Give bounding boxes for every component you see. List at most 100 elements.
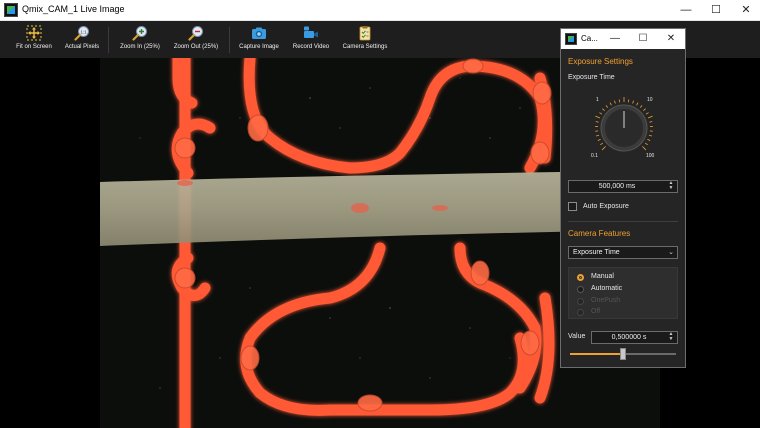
knob-label-min: 1 — [596, 97, 599, 103]
knob-tick — [597, 138, 601, 141]
knob-tick — [614, 100, 616, 104]
knob-tick — [639, 105, 643, 108]
close-icon: ✕ — [666, 33, 676, 44]
radio-off-label: Off — [591, 308, 601, 315]
exposure-time-label: Exposure Time — [568, 74, 615, 81]
app-icon — [565, 33, 577, 45]
zoom-out-label: Zoom Out (25%) — [173, 44, 219, 50]
knob-tick — [627, 99, 630, 103]
radio-onepush-label: OnePush — [591, 297, 621, 304]
radio-automatic[interactable] — [577, 286, 584, 293]
knob-tick — [647, 138, 651, 141]
exposure-value: 500,000 ms — [598, 183, 636, 190]
knob-label-10: 10 — [647, 97, 653, 103]
feature-select-value: Exposure Time — [573, 249, 620, 256]
maximize-icon: ☐ — [638, 33, 648, 44]
dialog-maximize-button[interactable]: ☐ — [633, 29, 653, 49]
window-titlebar: Qmix_CAM_1 Live Image — ☐ ✕ — [0, 0, 760, 21]
knob-tick — [648, 134, 652, 137]
knob-tick — [601, 146, 606, 151]
radio-off — [577, 309, 584, 316]
zoom-in-button[interactable]: Zoom In (25%) — [116, 25, 164, 55]
knob-tick — [605, 105, 609, 108]
knob-tick — [636, 102, 639, 106]
exposure-knob[interactable] — [591, 95, 657, 161]
maximize-icon: ☐ — [711, 4, 721, 16]
auto-exposure-label: Auto Exposure — [583, 203, 629, 210]
value-slider-fill — [570, 353, 623, 355]
dialog-title: Ca... — [581, 34, 598, 43]
magnifier-actual-pixels-icon: 1:1 — [74, 26, 89, 41]
capture-image-label: Capture Image — [239, 44, 279, 50]
value-slider[interactable] — [570, 348, 676, 360]
actual-pixels-label: Actual Pixels — [64, 44, 100, 50]
app-icon — [4, 3, 18, 17]
fit-on-screen-label: Fit on Screen — [16, 44, 52, 50]
knob-tick — [632, 100, 634, 104]
knob-label-0-1: 0.1 — [591, 153, 598, 159]
minimize-icon: — — [680, 4, 692, 16]
camera-settings-button[interactable]: Camera Settings — [340, 25, 390, 55]
fit-on-screen-button[interactable]: Fit on Screen — [12, 25, 56, 55]
fit-on-screen-icon — [26, 25, 42, 41]
record-video-label: Record Video — [292, 44, 330, 50]
radio-onepush — [577, 298, 584, 305]
toolbar-separator — [108, 27, 109, 53]
close-icon: ✕ — [741, 4, 751, 16]
zoom-out-button[interactable]: Zoom Out (25%) — [170, 25, 222, 55]
camera-settings-dialog: Ca... — ☐ ✕ Exposure Settings Exposure T… — [560, 28, 686, 368]
knob-tick — [595, 115, 601, 119]
value-slider-handle[interactable] — [620, 348, 626, 360]
camera-features-title: Camera Features — [568, 229, 631, 238]
knob-tick — [643, 108, 646, 111]
window-title: Qmix_CAM_1 Live Image — [22, 4, 125, 14]
dialog-close-button[interactable]: ✕ — [661, 29, 681, 49]
chevron-down-icon: ⌄ — [668, 249, 674, 256]
radio-manual[interactable] — [577, 274, 584, 281]
maximize-button[interactable]: ☐ — [701, 0, 731, 20]
record-video-button[interactable]: Record Video — [289, 25, 333, 55]
auto-exposure-checkbox[interactable] — [568, 202, 577, 211]
value-spinbox[interactable]: 0,500000 s ▲ ▼ — [591, 331, 678, 344]
knob-tick — [647, 115, 653, 119]
knob-tick — [602, 108, 605, 111]
capture-image-button[interactable]: Capture Image — [237, 25, 281, 55]
video-camera-icon — [304, 26, 318, 38]
value-label: Value — [568, 333, 586, 340]
knob-tick — [595, 121, 599, 123]
knob-tick — [609, 102, 612, 106]
actual-pixels-button[interactable]: 1:1 Actual Pixels — [62, 25, 102, 55]
mode-radio-group: Manual Automatic OnePush Off — [568, 267, 678, 319]
feature-select[interactable]: Exposure Time ⌄ — [568, 246, 678, 259]
knob-tick — [645, 112, 649, 115]
zoom-out-icon — [188, 26, 203, 41]
knob-tick — [642, 146, 647, 151]
zoom-in-label: Zoom In (25%) — [120, 44, 160, 50]
knob-dial — [595, 97, 653, 152]
actual-pixels-badge: 1:1 — [80, 29, 87, 34]
camera-icon — [252, 27, 266, 39]
knob-tick — [644, 142, 648, 146]
section-divider — [568, 221, 678, 222]
minimize-icon: — — [610, 33, 620, 44]
toolbar-separator — [229, 27, 230, 53]
exposure-settings-title: Exposure Settings — [568, 57, 633, 66]
knob-label-100: 100 — [646, 153, 655, 159]
knob-tick — [649, 121, 653, 123]
radio-manual-label: Manual — [591, 273, 614, 280]
zoom-in-icon — [132, 26, 147, 41]
exposure-spinbox[interactable]: 500,000 ms ▲ ▼ — [568, 180, 678, 193]
value-field: 0,500000 s — [611, 334, 647, 341]
minimize-button[interactable]: — — [671, 0, 701, 20]
camera-settings-label: Camera Settings — [342, 44, 388, 50]
knob-tick — [596, 134, 600, 137]
knob-tick — [600, 142, 604, 146]
dialog-titlebar: Ca... — ☐ ✕ — [561, 29, 685, 49]
spin-arrows-icon[interactable]: ▲ ▼ — [666, 181, 676, 192]
clipboard-checklist-icon — [359, 26, 371, 41]
spin-arrows-icon[interactable]: ▲ ▼ — [666, 332, 676, 343]
radio-automatic-label: Automatic — [591, 285, 623, 292]
dialog-minimize-button[interactable]: — — [605, 29, 625, 49]
close-button[interactable]: ✕ — [731, 0, 760, 20]
knob-tick — [618, 99, 621, 103]
